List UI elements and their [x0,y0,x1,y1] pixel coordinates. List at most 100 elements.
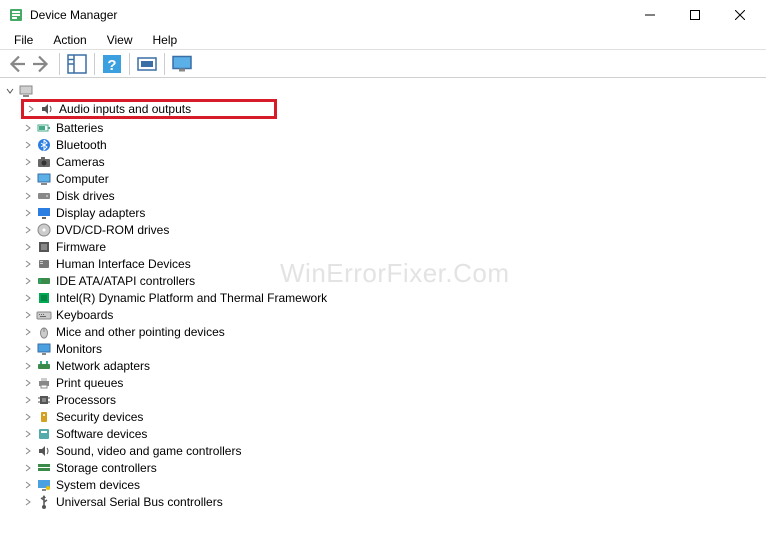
device-category-icon [36,222,52,238]
tree-item[interactable]: Processors [0,391,766,408]
tree-item[interactable]: IDE ATA/ATAPI controllers [0,272,766,289]
device-category-icon [36,443,52,459]
device-category-icon [36,120,52,136]
tree-item[interactable]: Intel(R) Dynamic Platform and Thermal Fr… [0,289,766,306]
tree-item[interactable]: Software devices [0,425,766,442]
scan-button[interactable] [135,52,159,76]
expand-icon[interactable] [22,428,34,440]
tree-item[interactable]: Keyboards [0,306,766,323]
device-category-icon [36,409,52,425]
tree-item-label: Human Interface Devices [56,257,191,271]
device-category-icon [36,154,52,170]
device-category-icon [36,477,52,493]
expand-icon[interactable] [22,377,34,389]
expand-icon[interactable] [22,241,34,253]
tree-item-label: Sound, video and game controllers [56,444,241,458]
device-category-icon [36,341,52,357]
tree-item[interactable]: DVD/CD-ROM drives [0,221,766,238]
device-tree[interactable]: Audio inputs and outputs Batteries Blueto… [0,78,766,514]
menu-view[interactable]: View [97,31,143,49]
tree-item[interactable]: Sound, video and game controllers [0,442,766,459]
tree-item[interactable]: Monitors [0,340,766,357]
collapse-icon[interactable] [4,85,16,97]
tree-item[interactable]: Disk drives [0,187,766,204]
show-hide-tree-button[interactable] [65,52,89,76]
expand-icon[interactable] [22,496,34,508]
tree-item[interactable]: Human Interface Devices [0,255,766,272]
menu-help[interactable]: Help [143,31,188,49]
expand-icon[interactable] [22,462,34,474]
expand-icon[interactable] [22,360,34,372]
monitor-button[interactable] [170,52,194,76]
separator [94,53,95,75]
tree-item[interactable]: Storage controllers [0,459,766,476]
tree-item[interactable]: Computer [0,170,766,187]
tree-item-label: Bluetooth [56,138,107,152]
device-category-icon [36,358,52,374]
svg-text:?: ? [107,57,116,74]
tree-item[interactable]: Security devices [0,408,766,425]
expand-icon[interactable] [22,122,34,134]
device-category-icon [36,205,52,221]
expand-icon[interactable] [22,190,34,202]
expand-icon[interactable] [22,156,34,168]
tree-item-label: Intel(R) Dynamic Platform and Thermal Fr… [56,291,327,305]
titlebar: Device Manager [0,0,766,30]
tree-item-label: Storage controllers [56,461,157,475]
device-category-icon [36,460,52,476]
tree-item-label: Software devices [56,427,147,441]
minimize-button[interactable] [627,0,672,30]
expand-icon[interactable] [22,139,34,151]
device-category-icon [36,375,52,391]
tree-item[interactable]: System devices [0,476,766,493]
tree-item-label: Network adapters [56,359,150,373]
help-button[interactable]: ? [100,52,124,76]
expand-icon[interactable] [22,173,34,185]
tree-item[interactable]: Bluetooth [0,136,766,153]
device-category-icon [36,256,52,272]
tree-item-label: DVD/CD-ROM drives [56,223,169,237]
expand-icon[interactable] [22,309,34,321]
tree-root[interactable] [0,82,766,99]
expand-icon[interactable] [22,411,34,423]
tree-item[interactable]: Mice and other pointing devices [0,323,766,340]
expand-icon[interactable] [22,343,34,355]
expand-icon[interactable] [22,275,34,287]
expand-icon[interactable] [22,224,34,236]
tree-item[interactable]: Print queues [0,374,766,391]
tree-item[interactable]: Firmware [0,238,766,255]
expand-icon[interactable] [22,479,34,491]
tree-item[interactable]: Display adapters [0,204,766,221]
tree-item[interactable]: Universal Serial Bus controllers [0,493,766,510]
forward-button[interactable] [30,52,54,76]
expand-icon[interactable] [22,445,34,457]
close-button[interactable] [717,0,762,30]
tree-item-label: IDE ATA/ATAPI controllers [56,274,195,288]
tree-item-label: Monitors [56,342,102,356]
expand-icon[interactable] [22,292,34,304]
expand-icon[interactable] [22,207,34,219]
tree-item[interactable]: Batteries [0,119,766,136]
maximize-button[interactable] [672,0,717,30]
menu-file[interactable]: File [4,31,43,49]
expand-icon[interactable] [22,394,34,406]
back-button[interactable] [4,52,28,76]
expand-icon[interactable] [25,103,37,115]
menu-action[interactable]: Action [43,31,96,49]
tree-item-label: System devices [56,478,140,492]
tree-item-label[interactable]: Audio inputs and outputs [59,102,191,116]
tree-item-label: Processors [56,393,116,407]
tree-item[interactable]: Network adapters [0,357,766,374]
toolbar: ? [0,50,766,78]
highlighted-item: Audio inputs and outputs [21,99,277,119]
tree-item[interactable]: Cameras [0,153,766,170]
app-icon [8,7,24,23]
expand-icon[interactable] [22,258,34,270]
tree-item-label: Firmware [56,240,106,254]
device-category-icon [36,290,52,306]
tree-item-label: Cameras [56,155,105,169]
expand-icon[interactable] [22,326,34,338]
device-category-icon [36,171,52,187]
tree-item-label: Security devices [56,410,143,424]
tree-item-label: Universal Serial Bus controllers [56,495,223,509]
